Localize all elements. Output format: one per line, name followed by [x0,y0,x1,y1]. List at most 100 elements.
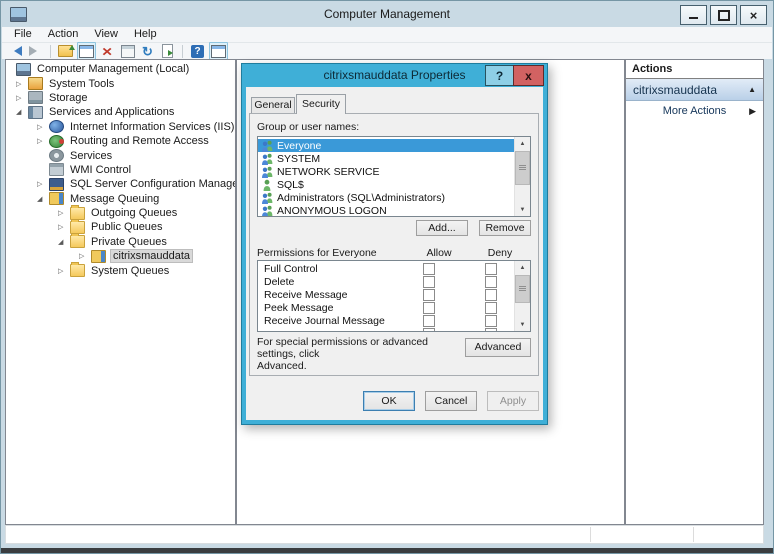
expander-collapsed-icon[interactable]: ▷ [79,252,91,260]
group-list-scrollbar[interactable]: ▲ ▼ [514,137,530,216]
expander-collapsed-icon[interactable]: ▷ [16,80,28,88]
close-button[interactable]: × [740,5,767,25]
expander-collapsed-icon[interactable]: ▷ [58,223,70,231]
tree-item-message-queuing[interactable]: ◢ Message Queuing [6,192,235,206]
deny-checkbox[interactable] [485,315,497,327]
allow-checkbox[interactable] [423,263,435,275]
properties-button[interactable] [119,43,136,59]
tab-general[interactable]: General [251,97,295,113]
permissions-list[interactable]: Full Control Delete Receive Message [257,260,531,332]
remove-button[interactable]: Remove [479,220,531,236]
tab-security[interactable]: Security [296,94,346,114]
deny-checkbox[interactable] [485,328,497,332]
up-one-level-button[interactable] [57,43,74,59]
group-name: SYSTEM [277,153,320,165]
permissions-scrollbar[interactable]: ▲ ▼ [514,261,530,331]
tree-item-services[interactable]: Services [6,148,235,162]
list-item-anonymous-logon[interactable]: ANONYMOUS LOGON [258,204,514,217]
group-or-user-names-label: Group or user names: [257,121,359,133]
list-item-sql[interactable]: SQL$ [258,178,514,191]
menu-action[interactable]: Action [40,27,87,42]
forward-button[interactable] [27,43,44,59]
add-button[interactable]: Add... [416,220,468,236]
refresh-button[interactable]: ↻ [139,43,156,59]
maximize-button[interactable] [710,5,737,25]
minimize-button[interactable] [680,5,707,25]
group-name: NETWORK SERVICE [277,166,380,178]
tree-item-sql-config-manager[interactable]: ▷ SQL Server Configuration Manager [6,177,235,191]
show-action-pane-button[interactable] [209,42,228,60]
deny-checkbox[interactable] [485,302,497,314]
advanced-button[interactable]: Advanced [465,338,531,357]
list-item-network-service[interactable]: NETWORK SERVICE [258,165,514,178]
scroll-up-icon[interactable]: ▲ [515,261,530,274]
tree-item-public-queues[interactable]: ▷ Public Queues [6,220,235,234]
permission-row-receive-journal-message[interactable]: Receive Journal Message [258,315,514,328]
tree-item-iis-manager[interactable]: ▷ Internet Information Services (IIS) Ma… [6,120,235,134]
scrollbar-thumb[interactable] [515,275,530,303]
back-button[interactable] [7,43,24,59]
tree-item-wmi-control[interactable]: WMI Control [6,163,235,177]
allow-checkbox[interactable] [423,302,435,314]
expander-expanded-icon[interactable]: ◢ [16,108,28,116]
permission-row-peek-message[interactable]: Peek Message [258,302,514,315]
tree-item-label: Services and Applications [47,106,176,118]
tree-item-system-tools[interactable]: ▷ System Tools [6,76,235,90]
titlebar: Computer Management × [2,2,772,27]
tree-item-services-and-applications[interactable]: ◢ Services and Applications [6,105,235,119]
allow-checkbox[interactable] [423,328,435,332]
deny-checkbox[interactable] [485,289,497,301]
show-console-tree-button[interactable] [77,42,96,60]
tree-item-outgoing-queues[interactable]: ▷ Outgoing Queues [6,206,235,220]
expander-collapsed-icon[interactable]: ▷ [37,123,49,131]
expander-collapsed-icon[interactable]: ▷ [37,137,49,145]
actions-group-citrixsmauddata[interactable]: citrixsmauddata ▲ [626,79,763,101]
tree-item-label: Outgoing Queues [89,207,179,219]
expander-collapsed-icon[interactable]: ▷ [37,180,49,188]
dialog-help-button[interactable]: ? [485,65,514,86]
apply-button[interactable]: Apply [487,391,539,411]
scroll-up-icon[interactable]: ▲ [515,137,530,150]
expander-expanded-icon[interactable]: ◢ [58,238,70,246]
system-tools-icon [28,77,43,90]
export-list-button[interactable] [159,43,176,59]
statusbar-divider [693,527,694,542]
allow-checkbox[interactable] [423,289,435,301]
menu-file[interactable]: File [6,27,40,42]
tree-item-routing-remote-access[interactable]: ▷ Routing and Remote Access [6,134,235,148]
list-item-system[interactable]: SYSTEM [258,152,514,165]
ok-button[interactable]: OK [363,391,415,411]
cancel-button[interactable]: Cancel [425,391,477,411]
tree-item-private-queues[interactable]: ◢ Private Queues [6,235,235,249]
menu-help[interactable]: Help [126,27,165,42]
allow-checkbox[interactable] [423,276,435,288]
scrollbar-thumb[interactable] [515,151,530,185]
tree-item-label: System Tools [47,78,116,90]
dialog-close-button[interactable]: x [513,65,544,86]
allow-checkbox[interactable] [423,315,435,327]
scroll-down-icon[interactable]: ▼ [515,318,530,331]
deny-checkbox[interactable] [485,263,497,275]
permission-row-delete[interactable]: Delete [258,276,514,289]
group-user-list[interactable]: Everyone SYSTEM NETWORK SE [257,136,531,217]
expander-expanded-icon[interactable]: ◢ [37,195,49,203]
delete-button[interactable]: × [99,43,116,59]
permission-row-receive-message[interactable]: Receive Message [258,289,514,302]
list-item-everyone[interactable]: Everyone [258,139,514,152]
tree-item-citrixsmauddata[interactable]: ▷ citrixsmauddata [6,249,235,263]
scroll-down-icon[interactable]: ▼ [515,203,530,216]
expander-collapsed-icon[interactable]: ▷ [58,267,70,275]
expander-collapsed-icon[interactable]: ▷ [16,94,28,102]
tree-item-computer-management[interactable]: Computer Management (Local) [6,62,235,76]
deny-checkbox[interactable] [485,276,497,288]
help-button[interactable]: ? [189,43,206,59]
list-item-administrators[interactable]: Administrators (SQL\Administrators) [258,191,514,204]
tree-item-system-queues[interactable]: ▷ System Queues [6,263,235,277]
collapse-icon[interactable]: ▲ [748,85,756,94]
permission-row-full-control[interactable]: Full Control [258,263,514,276]
tree-item-storage[interactable]: ▷ Storage [6,91,235,105]
menu-view[interactable]: View [86,27,126,42]
expander-collapsed-icon[interactable]: ▷ [58,209,70,217]
more-actions-item[interactable]: More Actions ▶ [626,101,763,121]
help-icon: ? [191,45,204,58]
